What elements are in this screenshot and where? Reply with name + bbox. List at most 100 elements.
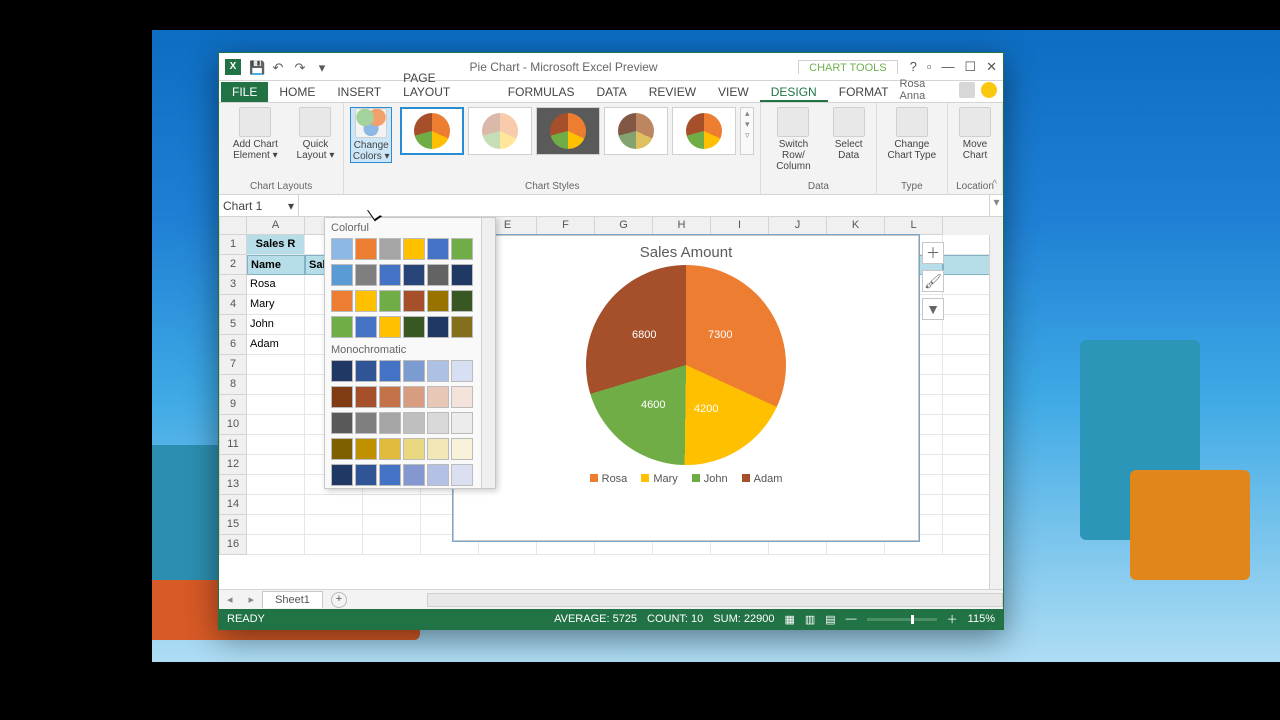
cell[interactable]: Sales R <box>247 235 305 255</box>
color-swatch[interactable] <box>379 290 401 312</box>
color-swatch[interactable] <box>355 386 377 408</box>
tab-design[interactable]: DESIGN <box>760 82 828 102</box>
cell[interactable] <box>305 515 363 535</box>
cell[interactable] <box>247 375 305 395</box>
row-header[interactable]: 13 <box>219 475 247 495</box>
cell[interactable] <box>363 495 421 515</box>
cell[interactable]: John <box>247 315 305 335</box>
color-swatch[interactable] <box>427 464 449 486</box>
cell[interactable]: Rosa <box>247 275 305 295</box>
color-swatch[interactable] <box>427 360 449 382</box>
col-header[interactable]: H <box>653 217 711 235</box>
row-header[interactable]: 16 <box>219 535 247 555</box>
color-swatch[interactable] <box>379 412 401 434</box>
cell[interactable] <box>247 475 305 495</box>
color-swatch[interactable] <box>403 386 425 408</box>
tab-review[interactable]: REVIEW <box>638 82 707 102</box>
color-swatch[interactable] <box>427 386 449 408</box>
color-swatch[interactable] <box>331 316 353 338</box>
row-header[interactable]: 8 <box>219 375 247 395</box>
chart-styles-button[interactable]: 🖌 <box>922 270 944 292</box>
color-swatch[interactable] <box>355 438 377 460</box>
color-swatch[interactable] <box>403 316 425 338</box>
ribbon-options-icon[interactable]: ▫ <box>927 59 932 75</box>
chart-style-thumb[interactable] <box>400 107 464 155</box>
color-swatch[interactable] <box>379 464 401 486</box>
tab-file[interactable]: FILE <box>221 82 268 102</box>
cell[interactable] <box>305 535 363 555</box>
color-swatch[interactable] <box>355 412 377 434</box>
color-swatch[interactable] <box>331 412 353 434</box>
name-box[interactable]: Chart 1▾ <box>219 195 299 216</box>
sheet-nav-prev-icon[interactable]: ◂ <box>219 593 241 606</box>
color-swatch[interactable] <box>331 264 353 286</box>
cell[interactable] <box>247 535 305 555</box>
chevron-down-icon[interactable]: ▾ <box>288 199 294 213</box>
row-header[interactable]: 3 <box>219 275 247 295</box>
save-icon[interactable]: 💾 <box>249 60 263 74</box>
cell[interactable] <box>247 395 305 415</box>
tab-page-layout[interactable]: PAGE LAYOUT <box>392 68 497 102</box>
pie-chart[interactable]: Sales Amount 7300 4200 4600 6800 Rosa Ma… <box>453 235 919 541</box>
color-swatch[interactable] <box>331 238 353 260</box>
tab-format[interactable]: FORMAT <box>828 82 900 102</box>
cell[interactable]: Adam <box>247 335 305 355</box>
switch-row-column-button[interactable]: Switch Row/ Column <box>767 107 819 172</box>
close-icon[interactable]: ✕ <box>986 59 997 75</box>
view-page-layout-icon[interactable]: ▥ <box>805 613 815 626</box>
chart-elements-button[interactable]: ＋ <box>922 242 944 264</box>
add-chart-element-button[interactable]: Add Chart Element ▾ <box>225 107 286 161</box>
tab-data[interactable]: DATA <box>585 82 637 102</box>
color-swatch[interactable] <box>427 290 449 312</box>
color-swatch[interactable] <box>427 264 449 286</box>
color-swatch[interactable] <box>355 238 377 260</box>
user-account[interactable]: Rosa Anna <box>900 78 997 102</box>
col-header[interactable]: A <box>247 217 305 235</box>
change-colors-button[interactable]: Change Colors ▾ <box>350 107 392 163</box>
col-header[interactable]: F <box>537 217 595 235</box>
cell[interactable] <box>247 455 305 475</box>
color-swatch[interactable] <box>451 264 473 286</box>
color-swatch[interactable] <box>355 290 377 312</box>
cell[interactable] <box>363 515 421 535</box>
color-swatch[interactable] <box>451 238 473 260</box>
cell[interactable] <box>305 495 363 515</box>
color-swatch[interactable] <box>403 264 425 286</box>
chart-title[interactable]: Sales Amount <box>454 244 918 261</box>
color-swatch[interactable] <box>451 412 473 434</box>
col-header[interactable]: L <box>885 217 943 235</box>
col-header[interactable]: K <box>827 217 885 235</box>
row-header[interactable]: 11 <box>219 435 247 455</box>
chart-filters-button[interactable]: ▼ <box>922 298 944 320</box>
undo-icon[interactable]: ↶ <box>271 60 285 74</box>
picker-scrollbar[interactable] <box>481 218 495 488</box>
feedback-icon[interactable] <box>981 82 997 98</box>
minimize-icon[interactable]: — <box>941 59 954 75</box>
row-header[interactable]: 14 <box>219 495 247 515</box>
color-swatch[interactable] <box>331 290 353 312</box>
row-header[interactable]: 15 <box>219 515 247 535</box>
color-swatch[interactable] <box>451 464 473 486</box>
row-header[interactable]: 7 <box>219 355 247 375</box>
row-header[interactable]: 2 <box>219 255 247 275</box>
cell[interactable] <box>247 495 305 515</box>
formula-bar[interactable] <box>299 195 989 216</box>
chart-style-thumb[interactable] <box>604 107 668 155</box>
row-header[interactable]: 9 <box>219 395 247 415</box>
horizontal-scrollbar[interactable] <box>427 593 1003 607</box>
row-header[interactable]: 10 <box>219 415 247 435</box>
zoom-out-icon[interactable]: — <box>846 613 857 625</box>
view-normal-icon[interactable]: ▦ <box>784 613 794 626</box>
chart-legend[interactable]: Rosa Mary John Adam <box>454 473 918 485</box>
row-header[interactable]: 5 <box>219 315 247 335</box>
color-swatch[interactable] <box>427 316 449 338</box>
color-swatch[interactable] <box>403 290 425 312</box>
select-all-corner[interactable] <box>219 217 247 235</box>
color-swatch[interactable] <box>451 290 473 312</box>
color-swatch[interactable] <box>355 264 377 286</box>
zoom-slider[interactable] <box>867 618 937 621</box>
view-page-break-icon[interactable]: ▤ <box>825 613 835 626</box>
cell[interactable] <box>363 535 421 555</box>
tab-insert[interactable]: INSERT <box>326 82 392 102</box>
color-swatch[interactable] <box>379 316 401 338</box>
